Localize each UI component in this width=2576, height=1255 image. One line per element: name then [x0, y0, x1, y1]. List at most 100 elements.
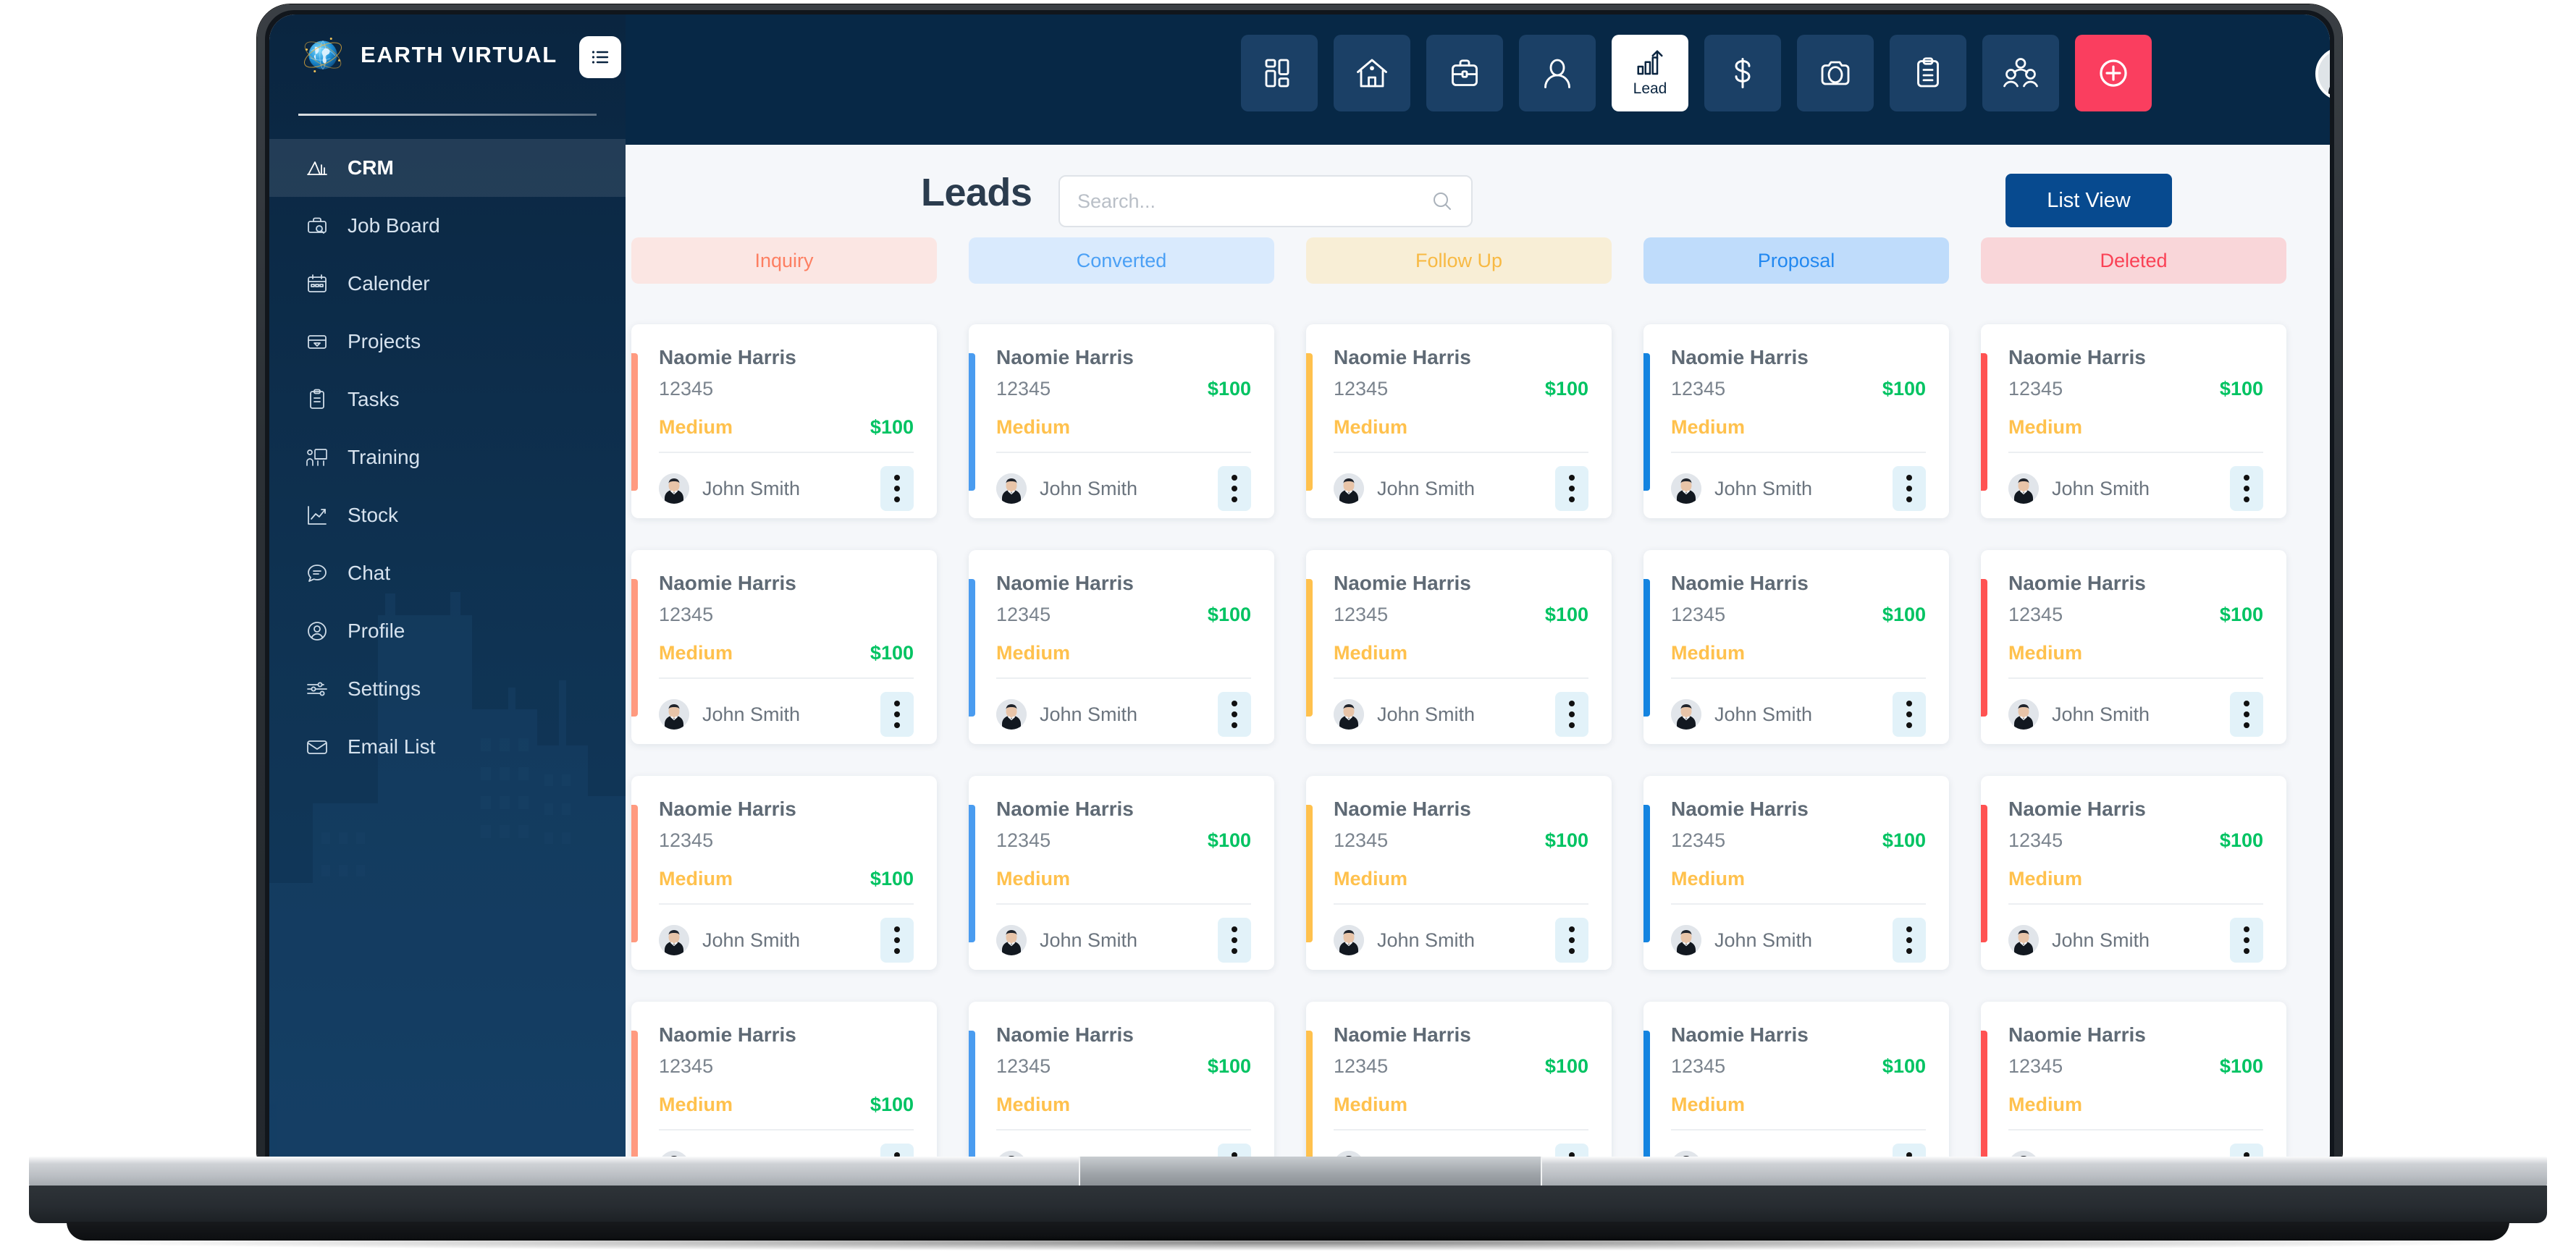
lead-name: Naomie Harris — [1334, 1023, 1588, 1047]
lead-id: 12345 — [1334, 1055, 1388, 1078]
topnav-finance-button[interactable] — [1704, 35, 1781, 111]
lead-card[interactable]: Naomie Harris 12345 $100 Medium John Smi… — [1981, 550, 2286, 744]
sidebar-item-training[interactable]: Training — [269, 428, 626, 486]
lead-card[interactable]: Naomie Harris 12345 $100 Medium John Smi… — [969, 324, 1274, 518]
topnav-briefcase-button[interactable] — [1426, 35, 1503, 111]
topnav-reports-button[interactable] — [1890, 35, 1966, 111]
lead-card[interactable]: Naomie Harris 12345 $100 Medium John Smi… — [969, 550, 1274, 744]
kebab-menu-icon[interactable] — [2230, 918, 2263, 963]
lead-priority: Medium — [1671, 1094, 1745, 1116]
lead-id-row: 12345 — [659, 378, 914, 400]
board-column: Converted Naomie Harris 12345 $100 Mediu… — [969, 237, 1274, 1158]
kebab-menu-icon[interactable] — [880, 1144, 914, 1158]
lead-owner: John Smith — [1334, 699, 1475, 730]
lead-card[interactable]: Naomie Harris 12345 $100 Medium John Smi… — [1981, 1002, 2286, 1158]
topnav-camera-button[interactable] — [1797, 35, 1874, 111]
search-box[interactable] — [1058, 175, 1473, 227]
card-accent-bar — [969, 805, 975, 942]
lead-id-row: 12345 $100 — [996, 829, 1251, 852]
kebab-menu-icon[interactable] — [1218, 692, 1251, 737]
topnav-home-button[interactable] — [1334, 35, 1410, 111]
lead-card[interactable]: Naomie Harris 12345 $100 Medium John Smi… — [969, 776, 1274, 970]
lead-card[interactable]: Naomie Harris 12345 Medium $100 John Smi… — [631, 324, 937, 518]
sidebar-item-stock[interactable]: Stock — [269, 486, 626, 544]
lead-priority-row: Medium — [1334, 868, 1588, 890]
card-footer: John Smith — [659, 679, 914, 737]
lead-card[interactable]: Naomie Harris 12345 $100 Medium John Smi… — [1643, 776, 1949, 970]
sidebar-item-projects[interactable]: Projects — [269, 313, 626, 371]
dollar-icon — [1725, 56, 1760, 90]
topnav-team-button[interactable] — [1982, 35, 2059, 111]
sidebar-item-label: Settings — [348, 677, 421, 701]
lead-card[interactable]: Naomie Harris 12345 $100 Medium John Smi… — [1643, 550, 1949, 744]
search-input[interactable] — [1060, 190, 1431, 213]
lead-card[interactable]: Naomie Harris 12345 $100 Medium John Smi… — [1306, 550, 1612, 744]
kebab-menu-icon[interactable] — [1218, 466, 1251, 511]
kebab-menu-icon[interactable] — [2230, 466, 2263, 511]
topnav-lead-button[interactable]: Lead — [1612, 35, 1688, 111]
kebab-menu-icon[interactable] — [880, 692, 914, 737]
lead-card[interactable]: Naomie Harris 12345 $100 Medium John Smi… — [1643, 324, 1949, 518]
kebab-menu-icon[interactable] — [1555, 918, 1588, 963]
add-button[interactable] — [2075, 35, 2152, 111]
kebab-menu-icon[interactable] — [1555, 466, 1588, 511]
kebab-menu-icon[interactable] — [1893, 692, 1926, 737]
sidebar-item-tasks[interactable]: Tasks — [269, 371, 626, 428]
lead-card[interactable]: Naomie Harris 12345 $100 Medium John Smi… — [1306, 776, 1612, 970]
lead-card[interactable]: Naomie Harris 12345 Medium $100 John Smi… — [631, 550, 937, 744]
kebab-menu-icon[interactable] — [880, 918, 914, 963]
sidebar-item-job-board[interactable]: Job Board — [269, 197, 626, 255]
kebab-menu-icon[interactable] — [1555, 692, 1588, 737]
column-header[interactable]: Follow Up — [1306, 237, 1612, 284]
kebab-menu-icon[interactable] — [1555, 1144, 1588, 1158]
avatar — [996, 925, 1027, 955]
kanban-board: Inquiry Naomie Harris 12345 Medium $100 … — [626, 237, 2330, 1158]
topnav-person-button[interactable] — [1519, 35, 1596, 111]
sidebar-item-settings[interactable]: Settings — [269, 660, 626, 718]
sidebar-item-calender[interactable]: Calender — [269, 255, 626, 313]
kebab-menu-icon[interactable] — [2230, 692, 2263, 737]
column-header[interactable]: Inquiry — [631, 237, 937, 284]
kebab-menu-icon[interactable] — [880, 466, 914, 511]
lead-name: Naomie Harris — [2008, 572, 2263, 595]
kebab-menu-icon[interactable] — [1893, 918, 1926, 963]
sidebar-item-crm[interactable]: CRM — [269, 139, 626, 197]
kebab-menu-icon[interactable] — [1893, 466, 1926, 511]
lead-card[interactable]: Naomie Harris 12345 Medium $100 John Smi… — [631, 776, 937, 970]
lead-priority: Medium — [1334, 416, 1407, 439]
sidebar-item-chat[interactable]: Chat — [269, 544, 626, 602]
lead-priority: Medium — [1671, 868, 1745, 890]
avatar — [1671, 925, 1701, 955]
lead-card[interactable]: Naomie Harris 12345 $100 Medium John Smi… — [1306, 324, 1612, 518]
lead-id: 12345 — [659, 604, 713, 626]
lead-card[interactable]: Naomie Harris 12345 $100 Medium John Smi… — [1981, 776, 2286, 970]
lead-card[interactable]: Naomie Harris 12345 Medium $100 John Smi… — [631, 1002, 937, 1158]
lead-priority-row: Medium — [1334, 1094, 1588, 1116]
owner-name: John Smith — [1377, 703, 1475, 726]
lead-card[interactable]: Naomie Harris 12345 $100 Medium John Smi… — [1306, 1002, 1612, 1158]
people-group-icon — [2003, 56, 2038, 90]
sidebar-item-profile[interactable]: Profile — [269, 602, 626, 660]
lead-card[interactable]: Naomie Harris 12345 $100 Medium John Smi… — [969, 1002, 1274, 1158]
lead-card[interactable]: Naomie Harris 12345 $100 Medium John Smi… — [1981, 324, 2286, 518]
column-header[interactable]: Proposal — [1643, 237, 1949, 284]
list-view-button[interactable]: List View — [2005, 174, 2172, 227]
kebab-menu-icon[interactable] — [1893, 1144, 1926, 1158]
card-footer: John Smith — [2008, 905, 2263, 963]
app-viewport: EARTH VIRTUAL CRM — [269, 14, 2330, 1158]
sidebar-item-email-list[interactable]: Email List — [269, 718, 626, 776]
lead-card[interactable]: Naomie Harris 12345 $100 Medium John Smi… — [1643, 1002, 1949, 1158]
column-header[interactable]: Deleted — [1981, 237, 2286, 284]
lead-priority: Medium — [996, 1094, 1070, 1116]
kebab-menu-icon[interactable] — [2230, 1144, 2263, 1158]
card-accent-bar — [969, 1031, 975, 1158]
laptop-base-notch — [1079, 1157, 1542, 1186]
topnav-dashboard-button[interactable] — [1241, 35, 1318, 111]
lead-id-row: 12345 $100 — [2008, 829, 2263, 852]
kebab-menu-icon[interactable] — [1218, 1144, 1251, 1158]
column-header[interactable]: Converted — [969, 237, 1274, 284]
kebab-menu-icon[interactable] — [1218, 918, 1251, 963]
person-icon — [1540, 56, 1575, 90]
avatar[interactable] — [2315, 47, 2330, 101]
card-accent-bar — [631, 805, 638, 942]
